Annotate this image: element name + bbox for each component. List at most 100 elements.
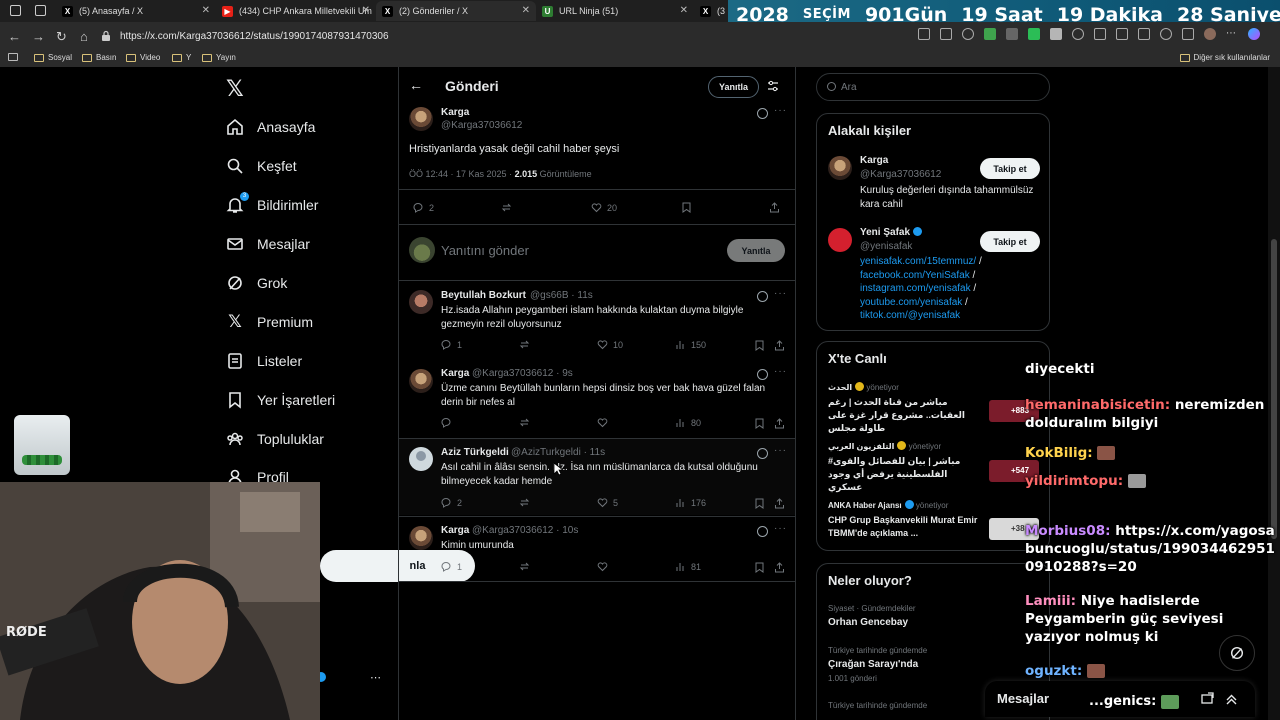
favorite-star-icon[interactable] bbox=[962, 28, 974, 40]
reply-action[interactable] bbox=[441, 417, 457, 428]
bookmark-folder[interactable]: Sosyal bbox=[34, 53, 72, 62]
views-action[interactable]: 176 bbox=[675, 497, 706, 508]
grok-icon[interactable] bbox=[757, 291, 768, 302]
bio-link[interactable]: facebook.com/YeniSafak bbox=[860, 270, 970, 281]
bookmark-add-icon[interactable] bbox=[8, 53, 22, 61]
sidebar-item-notifications[interactable]: 3 Bildirimler bbox=[226, 190, 318, 220]
reply-submit-button[interactable]: Yanıtla bbox=[727, 239, 785, 262]
bio-link[interactable]: instagram.com/yenisafak bbox=[860, 283, 971, 294]
more-options-icon[interactable]: ··· bbox=[774, 366, 787, 377]
repost-action[interactable] bbox=[519, 417, 535, 428]
views-action[interactable]: 150 bbox=[675, 339, 706, 350]
more-options-icon[interactable]: ··· bbox=[774, 445, 787, 456]
close-tab-icon[interactable]: ✕ bbox=[680, 5, 688, 16]
grok-floating-button[interactable] bbox=[1219, 635, 1255, 671]
sidebar-item-bookmarks[interactable]: Yer İşaretleri bbox=[226, 385, 335, 415]
bookmark-icon[interactable] bbox=[754, 418, 765, 429]
browser-tab-youtube[interactable]: ▶ (434) CHP Ankara Milletvekili Um ✕ bbox=[216, 1, 376, 21]
repost-action[interactable] bbox=[501, 202, 517, 213]
like-action[interactable]: 10 bbox=[597, 339, 623, 350]
avatar[interactable] bbox=[828, 156, 852, 180]
reply-post[interactable]: Beytullah Bozkurt @gs66B · 11s ··· Hz.is… bbox=[399, 288, 795, 358]
messages-drawer[interactable]: Mesajlar ...genics: bbox=[985, 681, 1255, 717]
repost-action[interactable] bbox=[519, 339, 535, 350]
author-handle[interactable]: @gs66B · 11s bbox=[530, 290, 593, 301]
reader-icon[interactable] bbox=[918, 28, 930, 40]
author-handle[interactable]: @Karga37036612 · 9s bbox=[472, 368, 573, 379]
reply-sort-button[interactable]: Yanıtla bbox=[708, 76, 760, 98]
avatar[interactable] bbox=[409, 369, 433, 393]
author-name[interactable]: Beytullah Bozkurt bbox=[441, 290, 526, 301]
bookmark-icon[interactable] bbox=[754, 562, 765, 573]
bookmark-folder[interactable]: Basın bbox=[82, 53, 116, 62]
bookmark-folder[interactable]: Y bbox=[172, 53, 191, 62]
new-message-icon[interactable] bbox=[1201, 692, 1214, 705]
downloads-icon[interactable] bbox=[1182, 28, 1194, 40]
extension-icon[interactable] bbox=[1072, 28, 1084, 40]
close-tab-icon[interactable]: ✕ bbox=[522, 5, 530, 16]
bookmark-action[interactable] bbox=[681, 202, 697, 213]
author-handle[interactable]: @Karga37036612 bbox=[441, 120, 522, 131]
grok-icon[interactable] bbox=[757, 108, 768, 119]
bio-link[interactable]: youtube.com/yenisafak bbox=[860, 297, 962, 308]
search-input[interactable]: Ara bbox=[816, 73, 1050, 101]
reply-post[interactable]: Karga @Karga37036612 · 9s ··· Üzme canın… bbox=[399, 366, 795, 437]
like-action[interactable] bbox=[597, 417, 613, 428]
chevron-up-icon[interactable] bbox=[1225, 692, 1238, 705]
person-name[interactable]: Yeni Şafak bbox=[860, 227, 923, 238]
grok-icon[interactable] bbox=[757, 369, 768, 380]
bio-link[interactable]: tiktok.com/@yenisafak bbox=[860, 310, 960, 321]
follow-button[interactable]: Takip et bbox=[980, 158, 1040, 179]
grok-icon[interactable] bbox=[757, 526, 768, 537]
other-bookmarks[interactable]: Diğer sık kullanılanlar bbox=[1179, 53, 1270, 62]
tab-actions-icon[interactable] bbox=[35, 5, 46, 16]
bookmark-icon[interactable] bbox=[754, 340, 765, 351]
back-arrow-icon[interactable]: ← bbox=[409, 77, 423, 93]
extension-icon[interactable] bbox=[984, 28, 996, 40]
reply-action[interactable]: 1 bbox=[441, 561, 462, 572]
extension-icon[interactable] bbox=[1050, 28, 1062, 40]
bookmark-folder[interactable]: Yayın bbox=[202, 53, 236, 62]
share-action[interactable] bbox=[769, 202, 785, 213]
sidebar-item-premium[interactable]: 𝕏 Premium bbox=[226, 307, 313, 337]
browser-essentials-icon[interactable] bbox=[1160, 28, 1172, 40]
extension-icon[interactable] bbox=[1028, 28, 1040, 40]
share-icon[interactable] bbox=[774, 498, 785, 509]
author-name[interactable]: Karga bbox=[441, 107, 469, 118]
profile-avatar-icon[interactable] bbox=[1204, 28, 1216, 40]
workspaces-icon[interactable] bbox=[10, 5, 21, 16]
reply-post[interactable]: Karga @Karga37036612 · 10s ··· Kimin umu… bbox=[399, 523, 795, 582]
scrollbar-thumb[interactable] bbox=[1271, 239, 1277, 539]
x-logo-icon[interactable]: 𝕏 bbox=[226, 77, 244, 102]
like-action[interactable]: 20 bbox=[591, 202, 617, 213]
bio-link[interactable]: yenisafak.com/15temmuz/ bbox=[860, 256, 976, 267]
yeni-safak-logo[interactable] bbox=[828, 228, 852, 252]
avatar[interactable] bbox=[409, 107, 433, 131]
extension-icon[interactable] bbox=[1006, 28, 1018, 40]
reply-action[interactable]: 1 bbox=[441, 339, 462, 350]
person-name[interactable]: Karga bbox=[860, 155, 888, 166]
read-aloud-icon[interactable] bbox=[940, 28, 952, 40]
refresh-icon[interactable]: ↻ bbox=[56, 29, 67, 45]
sidebar-item-lists[interactable]: Listeler bbox=[226, 346, 302, 376]
sidebar-item-communities[interactable]: Topluluklar bbox=[226, 424, 324, 454]
account-more-icon[interactable]: ⋯ bbox=[370, 671, 381, 684]
avatar[interactable] bbox=[409, 526, 433, 550]
repost-action[interactable] bbox=[519, 497, 535, 508]
collections-icon[interactable] bbox=[1138, 28, 1150, 40]
browser-tab-posts[interactable]: X (2) Gönderiler / X ✕ bbox=[376, 1, 536, 21]
person-handle[interactable]: @yenisafak bbox=[860, 241, 912, 252]
bookmark-folder[interactable]: Video bbox=[126, 53, 160, 62]
views-action[interactable]: 81 bbox=[675, 561, 701, 572]
more-menu-icon[interactable]: ⋯ bbox=[1226, 28, 1238, 40]
author-name[interactable]: Karga bbox=[441, 368, 469, 379]
more-options-icon[interactable]: ··· bbox=[774, 523, 787, 534]
post-timestamp[interactable]: ÖÖ 12:44 · 17 Kas 2025 · bbox=[409, 169, 512, 179]
follow-button[interactable]: Takip et bbox=[980, 231, 1040, 252]
forward-arrow-icon[interactable]: → bbox=[32, 29, 45, 44]
author-name[interactable]: Aziz Türkgeldi bbox=[441, 447, 509, 458]
sidebar-item-grok[interactable]: Grok bbox=[226, 268, 287, 298]
author-name[interactable]: Karga bbox=[441, 525, 469, 536]
sidebar-item-explore[interactable]: Keşfet bbox=[226, 151, 297, 181]
browser-tab-home[interactable]: X (5) Anasayfa / X ✕ bbox=[56, 1, 216, 21]
